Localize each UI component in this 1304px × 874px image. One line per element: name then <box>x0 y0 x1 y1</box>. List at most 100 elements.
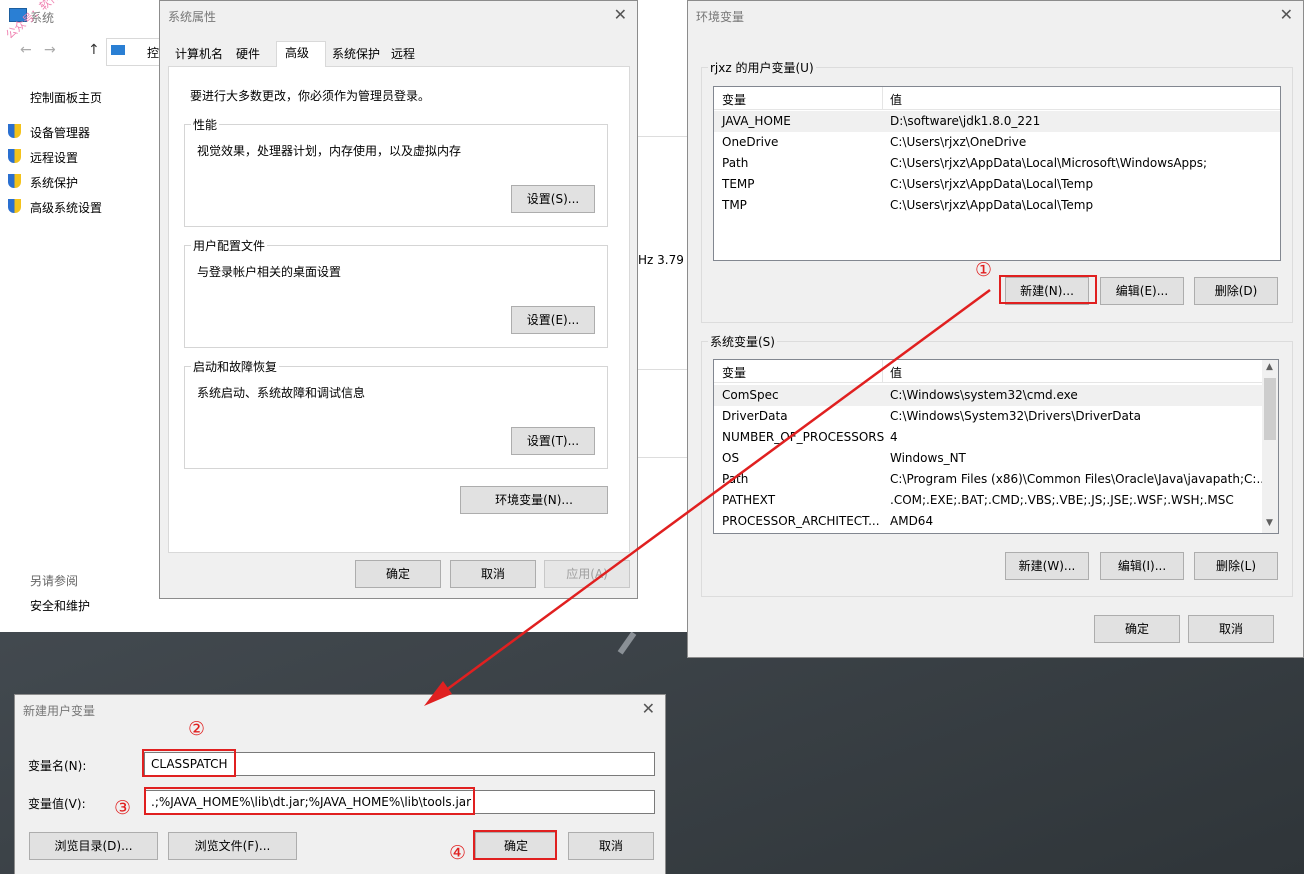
table-row[interactable]: Path C:\Users\rjxz\AppData\Local\Microsof… <box>714 153 1280 174</box>
col-value: 值 <box>890 93 903 107</box>
tab-hardware[interactable]: 硬件 <box>232 43 264 65</box>
scroll-thumb[interactable] <box>1264 378 1276 440</box>
var-value: C:\Program Files (x86)\Common Files\Orac… <box>890 472 1268 486</box>
var-name: PROCESSOR_ARCHITECT... <box>722 514 880 528</box>
system-edit-button[interactable]: 编辑(I)... <box>1100 552 1184 580</box>
var-value: C:\Windows\System32\Drivers\DriverData <box>890 409 1141 423</box>
table-row[interactable]: OneDrive C:\Users\rjxz\OneDrive <box>714 132 1280 153</box>
scroll-up-icon[interactable]: ▲ <box>1266 362 1273 372</box>
col-variable: 变量 <box>722 93 747 107</box>
ok-button[interactable]: 确定 <box>355 560 441 588</box>
sidebar-item-label: 设备管理器 <box>30 126 91 140</box>
shield-icon <box>8 174 21 188</box>
user-delete-button[interactable]: 删除(D) <box>1194 277 1278 305</box>
var-name: OS <box>722 451 740 465</box>
tab-advanced[interactable]: 高级 <box>276 41 326 67</box>
address-text: 控 <box>147 46 160 60</box>
var-name: JAVA_HOME <box>722 114 791 128</box>
var-name: PATHEXT <box>722 493 776 507</box>
var-name: Path <box>722 156 749 170</box>
var-value: C:\Users\rjxz\AppData\Local\Temp <box>890 198 1094 212</box>
group-desc: 视觉效果，处理器计划，内存使用，以及虚拟内存 <box>197 144 462 158</box>
apply-button[interactable]: 应用(A) <box>544 560 630 588</box>
user-variables-table[interactable]: 变量 值 JAVA_HOME D:\software\jdk1.8.0_221 O… <box>713 86 1281 261</box>
startup-settings-button[interactable]: 设置(T)... <box>511 427 595 455</box>
security-link[interactable]: 安全和维护 <box>30 597 90 614</box>
sidebar-item-device-manager[interactable]: 设备管理器 <box>0 124 150 142</box>
table-row[interactable]: Path C:\Program Files (x86)\Common Files\… <box>714 469 1268 490</box>
close-icon[interactable]: ✕ <box>642 699 655 719</box>
sidebar-item-label: 系统保护 <box>30 176 79 190</box>
startup-group: 启动和故障恢复 系统启动、系统故障和调试信息 设置(T)... <box>184 358 608 469</box>
close-icon[interactable]: ✕ <box>614 5 627 25</box>
var-name: TMP <box>722 198 747 212</box>
var-value: C:\Users\rjxz\AppData\Local\Microsoft\Wi… <box>890 156 1208 170</box>
cancel-button[interactable]: 取消 <box>1188 615 1274 643</box>
var-value: Windows_NT <box>890 451 966 465</box>
tab-computer-name[interactable]: 计算机名 <box>171 43 227 65</box>
table-row[interactable]: OS Windows_NT <box>714 448 1262 469</box>
table-row[interactable]: PROCESSOR_ARCHITECT... AMD64 <box>714 511 1262 532</box>
system-properties-dialog: 系统属性 ✕ 计算机名 硬件 高级 系统保护 远程 要进行大多数更改，你必须作为… <box>159 0 638 599</box>
profiles-settings-button[interactable]: 设置(E)... <box>511 306 595 334</box>
performance-group: 性能 视觉效果，处理器计划，内存使用，以及虚拟内存 设置(S)... <box>184 116 608 227</box>
table-row[interactable]: DriverData C:\Windows\System32\Drivers\Dr… <box>714 406 1262 427</box>
table-row[interactable]: PATHEXT .COM;.EXE;.BAT;.CMD;.VBS;.VBE;.JS… <box>714 490 1262 511</box>
browse-file-button[interactable]: 浏览文件(F)... <box>168 832 297 860</box>
var-value: 4 <box>890 430 898 444</box>
col-divider <box>882 360 883 382</box>
var-value: AMD64 <box>890 514 934 528</box>
sidebar-item-remote[interactable]: 远程设置 <box>0 149 150 167</box>
var-name: Path <box>722 472 749 486</box>
back-arrow-icon[interactable]: ← <box>20 42 32 58</box>
tab-system-protection[interactable]: 系统保护 <box>328 43 384 65</box>
sidebar-home-link[interactable]: 控制面板主页 <box>30 89 102 106</box>
group-label: rjxz 的用户变量(U) <box>708 59 816 76</box>
desktop-decoration <box>617 631 637 655</box>
table-row[interactable]: JAVA_HOME D:\software\jdk1.8.0_221 <box>714 111 1280 132</box>
divider <box>638 457 688 458</box>
user-edit-button[interactable]: 编辑(E)... <box>1100 277 1184 305</box>
col-divider <box>882 87 883 109</box>
divider <box>638 369 688 370</box>
var-name: TEMP <box>722 177 755 191</box>
environment-variables-button[interactable]: 环境变量(N)... <box>460 486 608 514</box>
highlight-value-input <box>144 787 475 815</box>
scroll-down-icon[interactable]: ▼ <box>1266 518 1273 528</box>
close-icon[interactable]: ✕ <box>1280 5 1293 25</box>
shield-icon <box>8 149 21 163</box>
table-row[interactable]: TEMP C:\Users\rjxz\AppData\Local\Temp <box>714 174 1280 195</box>
col-variable: 变量 <box>722 366 747 380</box>
var-value: D:\software\jdk1.8.0_221 <box>890 114 1041 128</box>
scrollbar[interactable]: ▲ ▼ <box>1262 360 1278 533</box>
ok-button[interactable]: 确定 <box>1094 615 1180 643</box>
up-arrow-icon[interactable]: ↑ <box>88 42 100 58</box>
system-variables-table[interactable]: 变量 值 ComSpec C:\Windows\system32\cmd.exe … <box>713 359 1279 534</box>
table-row[interactable]: NUMBER_OF_PROCESSORS 4 <box>714 427 1262 448</box>
system-delete-button[interactable]: 删除(L) <box>1194 552 1278 580</box>
performance-settings-button[interactable]: 设置(S)... <box>511 185 595 213</box>
table-row[interactable]: ComSpec C:\Windows\system32\cmd.exe <box>714 385 1262 406</box>
table-row[interactable]: TMP C:\Users\rjxz\AppData\Local\Temp <box>714 195 1280 216</box>
system-new-button[interactable]: 新建(W)... <box>1005 552 1089 580</box>
dialog-title: 环境变量 <box>696 10 745 24</box>
var-name: OneDrive <box>722 135 779 149</box>
divider <box>638 136 688 137</box>
sidebar-item-advanced[interactable]: 高级系统设置 <box>0 199 150 217</box>
highlight-new-button <box>999 275 1097 304</box>
tab-panel: 要进行大多数更改，你必须作为管理员登录。 性能 视觉效果，处理器计划，内存使用，… <box>168 66 630 553</box>
var-name: ComSpec <box>722 388 779 402</box>
var-value: C:\Windows\system32\cmd.exe <box>890 388 1078 402</box>
browse-directory-button[interactable]: 浏览目录(D)... <box>29 832 158 860</box>
forward-arrow-icon[interactable]: → <box>44 42 56 58</box>
sidebar-item-label: 远程设置 <box>30 151 79 165</box>
computer-icon <box>111 45 125 55</box>
step-1-marker: ① <box>975 259 993 281</box>
cancel-button[interactable]: 取消 <box>450 560 536 588</box>
step-4-marker: ④ <box>449 842 467 864</box>
sidebar-item-protection[interactable]: 系统保护 <box>0 174 150 192</box>
cancel-button[interactable]: 取消 <box>568 832 654 860</box>
tab-remote[interactable]: 远程 <box>387 43 419 65</box>
group-desc: 与登录帐户相关的桌面设置 <box>197 265 342 279</box>
var-value: .COM;.EXE;.BAT;.CMD;.VBS;.VBE;.JS;.JSE;.… <box>890 493 1234 507</box>
